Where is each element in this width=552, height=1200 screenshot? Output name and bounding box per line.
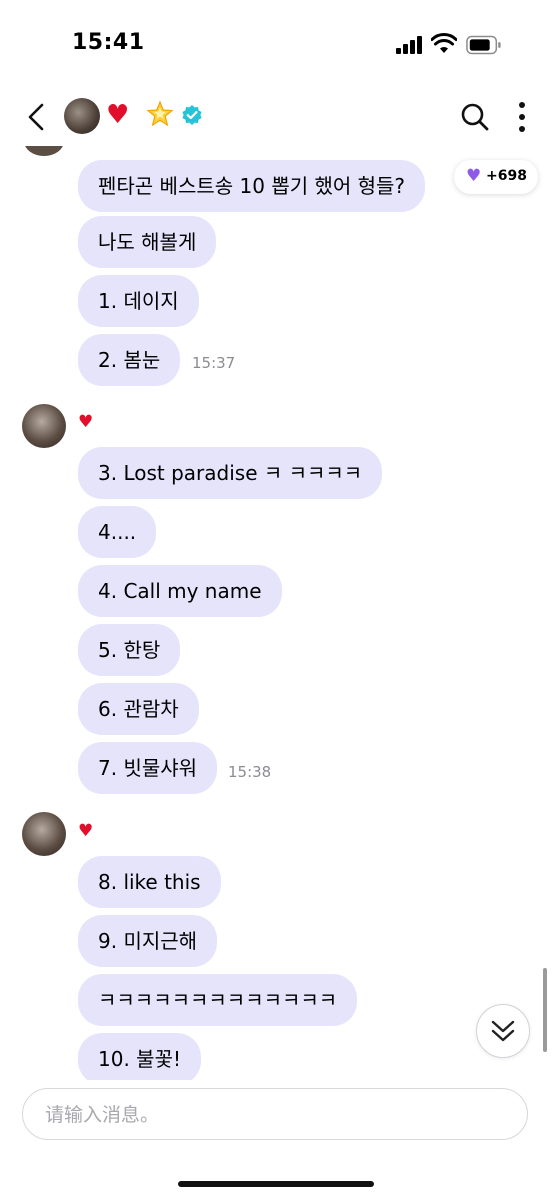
purple-heart-icon: ♥ <box>466 166 482 186</box>
reaction-count: +698 <box>486 168 527 184</box>
chat-header: ♥ <box>0 96 552 144</box>
message-bubble[interactable]: 펜타곤 베스트송 10 뽑기 했어 형들? <box>78 160 426 212</box>
message-bubble[interactable]: ㅋㅋㅋㅋㅋㅋㅋㅋㅋㅋㅋㅋㅋ <box>78 974 358 1026</box>
back-icon[interactable] <box>24 102 48 132</box>
message-bubble[interactable]: 나도 해볼게 <box>78 216 217 268</box>
battery-icon <box>466 35 501 55</box>
avatar[interactable] <box>22 404 66 448</box>
message-timestamp: 15:37 <box>192 354 236 372</box>
message-input-box[interactable] <box>22 1088 528 1140</box>
home-indicator <box>178 1181 374 1187</box>
verified-badge-icon <box>182 105 202 125</box>
message-bubble[interactable]: 2. 봄눈 <box>78 334 181 386</box>
header-avatar[interactable] <box>64 98 100 134</box>
more-icon[interactable] <box>512 100 532 134</box>
double-chevron-down-icon <box>491 1020 515 1042</box>
reaction-count-badge[interactable]: ♥ +698 <box>454 160 538 194</box>
message-bubble[interactable]: 9. 미지근해 <box>78 915 218 967</box>
avatar[interactable] <box>24 146 64 156</box>
message-bubble[interactable]: 10. 불꽃! <box>78 1033 201 1080</box>
message-bubble[interactable]: 4. Call my name <box>78 565 282 617</box>
message-bubble[interactable]: 1. 데이지 <box>78 275 199 327</box>
message-timestamp: 15:38 <box>228 763 272 781</box>
status-bar: 15:41 <box>0 0 552 90</box>
cellular-signal-icon <box>396 36 424 54</box>
message-input[interactable] <box>43 1101 507 1129</box>
scrollbar[interactable] <box>543 968 547 1052</box>
scroll-to-bottom-button[interactable] <box>476 1004 530 1058</box>
search-icon[interactable] <box>460 102 490 132</box>
wifi-icon <box>431 33 457 53</box>
message-bubble[interactable]: 3. Lost paradise ㅋ ㅋㅋㅋㅋ <box>78 447 383 499</box>
heart-icon: ♥ <box>78 821 94 841</box>
message-bubble[interactable]: 5. 한탕 <box>78 624 181 676</box>
message-bubble[interactable]: 7. 빗물샤워 <box>78 742 218 794</box>
status-time: 15:41 <box>72 30 145 55</box>
heart-icon: ♥ <box>106 100 130 130</box>
star-icon <box>146 100 174 127</box>
message-bubble[interactable]: 4.... <box>78 506 157 558</box>
message-bubble[interactable]: 6. 관람차 <box>78 683 199 735</box>
avatar[interactable] <box>22 812 66 856</box>
message-bubble[interactable]: 8. like this <box>78 856 221 908</box>
message-list[interactable]: 펜타곤 베스트송 10 뽑기 했어 형들? 나도 해볼게 1. 데이지 2. 봄… <box>0 146 552 1080</box>
heart-icon: ♥ <box>78 412 94 432</box>
